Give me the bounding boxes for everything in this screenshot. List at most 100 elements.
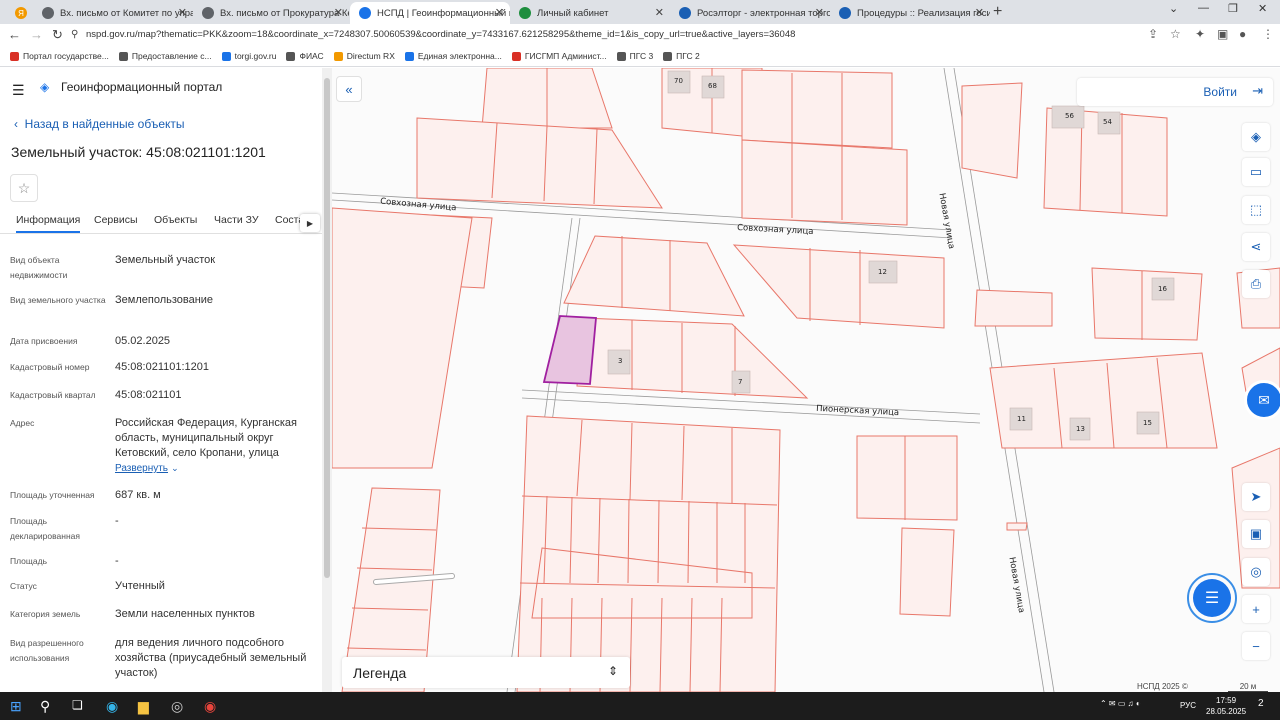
close-tab-icon[interactable]: ✕ bbox=[334, 6, 343, 19]
parcel bbox=[732, 244, 945, 329]
tab-objects[interactable]: Объекты bbox=[154, 214, 197, 226]
parcel bbox=[974, 289, 1053, 327]
bookmark-item[interactable]: Единая электронна... bbox=[404, 51, 502, 61]
system-tray-icons[interactable]: ⌃ ✉ ▭ ♫ ◐ bbox=[1100, 699, 1141, 708]
parcel-number: 56 bbox=[1065, 112, 1074, 120]
clock-date: 28.05.2025 bbox=[1206, 707, 1247, 716]
info-tabs: Информация Сервисы Объекты Части ЗУ Сост… bbox=[0, 210, 322, 234]
chrome-icon[interactable]: ◉ bbox=[204, 698, 216, 715]
tab-title: НСПД | Геоинформационный п bbox=[377, 7, 510, 19]
tabs-scroll-right-button[interactable]: ▶ bbox=[300, 214, 320, 232]
panel-scrollbar[interactable] bbox=[322, 68, 332, 692]
browser-tab[interactable]: Росэлторг - электронная торгов ✕ bbox=[670, 2, 830, 24]
back-arrow-icon[interactable]: ← bbox=[8, 27, 21, 42]
tab-parts[interactable]: Части ЗУ bbox=[214, 214, 259, 226]
tab-title: Вх. письмо от Комитет по упра bbox=[60, 7, 193, 19]
zoom-in-button[interactable]: + bbox=[1242, 595, 1270, 623]
scale-bar: 20 м bbox=[1228, 682, 1268, 692]
close-tab-icon[interactable]: ✕ bbox=[495, 6, 504, 19]
share-icon[interactable]: ⇪ bbox=[1148, 27, 1158, 41]
locate-button[interactable]: ➤ bbox=[1242, 483, 1270, 511]
browser-tab[interactable]: Личный кабинет ✕ bbox=[510, 2, 670, 24]
reload-icon[interactable]: ↻ bbox=[52, 27, 63, 43]
search-icon[interactable]: ⚲ bbox=[40, 698, 50, 715]
bookmark-item[interactable]: ПГС 3 bbox=[616, 51, 653, 61]
menu-dots-icon[interactable]: ⋮ bbox=[1262, 27, 1274, 41]
parcel bbox=[741, 139, 908, 226]
favorite-star-button[interactable]: ☆ bbox=[10, 174, 38, 202]
url-input[interactable]: nspd.gov.ru/map?thematic=PKK&zoom=18&coo… bbox=[86, 29, 795, 40]
close-tab-icon[interactable]: ✕ bbox=[815, 6, 824, 19]
map-view-button[interactable]: ▣ bbox=[1242, 520, 1270, 548]
selected-parcel[interactable] bbox=[542, 315, 597, 385]
plus-icon: + bbox=[1252, 601, 1260, 617]
bookmark-icon bbox=[118, 51, 128, 61]
app-icon[interactable]: ◎ bbox=[171, 698, 183, 715]
portal-title: Геоинформационный портал bbox=[61, 80, 223, 94]
close-tab-icon[interactable]: ✕ bbox=[975, 6, 984, 19]
collapse-panel-button[interactable]: « bbox=[336, 76, 362, 102]
browser-tab-active[interactable]: НСПД | Геоинформационный п ✕ bbox=[350, 2, 510, 24]
task-view-icon[interactable]: ❏ bbox=[72, 698, 83, 712]
edge-browser-icon[interactable]: ◉ bbox=[106, 698, 118, 715]
profile-icon[interactable]: ● bbox=[1239, 27, 1246, 41]
select-area-button[interactable]: ⬚ bbox=[1242, 196, 1270, 224]
minimize-button[interactable]: — bbox=[1198, 2, 1209, 14]
windows-start-icon[interactable]: ⊞ bbox=[10, 698, 22, 715]
close-tab-icon[interactable]: ✕ bbox=[178, 6, 187, 19]
geolocation-button[interactable]: ◎ bbox=[1242, 558, 1270, 586]
browser-tab[interactable]: Процедуры :: Реализация госи ✕ bbox=[830, 2, 990, 24]
new-tab-button[interactable]: + bbox=[993, 3, 1002, 21]
field-value: - bbox=[115, 515, 119, 527]
tab-services[interactable]: Сервисы bbox=[94, 214, 138, 226]
ruler-button[interactable]: ▭ bbox=[1242, 158, 1270, 186]
file-explorer-icon[interactable]: ▆ bbox=[138, 698, 149, 715]
hamburger-menu-icon[interactable]: ☰ bbox=[12, 82, 25, 99]
select-area-icon: ⬚ bbox=[1249, 202, 1263, 217]
restore-button[interactable]: ❐ bbox=[1228, 2, 1238, 15]
tab-information[interactable]: Информация bbox=[16, 214, 81, 233]
parcel-number: 11 bbox=[1017, 415, 1026, 423]
notifications-badge[interactable]: 2 bbox=[1258, 698, 1264, 709]
language-indicator[interactable]: РУС bbox=[1180, 701, 1196, 710]
close-tab-icon[interactable]: ✕ bbox=[655, 6, 664, 19]
chat-button[interactable]: ☰ bbox=[1187, 573, 1237, 623]
bookmark-item[interactable]: Портал государстве... bbox=[10, 51, 109, 61]
back-to-results-link[interactable]: ‹ Назад в найденные объекты bbox=[14, 117, 185, 131]
site-info-icon[interactable]: ⚲ bbox=[71, 29, 78, 40]
extensions-icon[interactable]: ✦ bbox=[1195, 27, 1205, 41]
browser-tab-pinned[interactable]: Я bbox=[6, 2, 28, 24]
forward-arrow-icon[interactable]: → bbox=[30, 27, 43, 42]
field-label: Площадь уточненная bbox=[10, 490, 95, 500]
tab-title: Личный кабинет bbox=[537, 7, 609, 19]
bookmark-star-icon[interactable]: ☆ bbox=[1170, 27, 1181, 41]
legend-dropdown[interactable]: Легенда ⇕ bbox=[342, 657, 630, 688]
help-widget-button[interactable]: ✉ bbox=[1244, 380, 1280, 420]
browser-tab[interactable]: Вх. письмо от Прокуратура Кет ✕ bbox=[193, 2, 349, 24]
zoom-out-button[interactable]: − bbox=[1242, 632, 1270, 660]
share-map-button[interactable]: ⋖ bbox=[1242, 233, 1270, 261]
tab-title: Вх. письмо от Прокуратура Кет bbox=[220, 7, 349, 19]
bookmark-icon bbox=[10, 51, 19, 61]
field-label: Кадастровый квартал bbox=[10, 390, 96, 400]
expand-button[interactable]: Развернуть ⌄ bbox=[115, 461, 315, 476]
bookmark-item[interactable]: ФИАС bbox=[286, 51, 324, 61]
site-favicon-icon bbox=[679, 7, 691, 19]
scrollbar-thumb[interactable] bbox=[324, 78, 330, 578]
bookmark-item[interactable]: ГИСГМП Админист... bbox=[511, 51, 607, 61]
bookmark-item[interactable]: Предоставление с... bbox=[118, 51, 212, 61]
location-pin-icon: ◎ bbox=[1250, 564, 1262, 579]
bookmark-item[interactable]: Directum RX bbox=[333, 51, 395, 61]
print-button[interactable]: ⎙ bbox=[1242, 270, 1270, 298]
layers-button[interactable]: ◈ bbox=[1242, 123, 1270, 151]
close-window-button[interactable]: ✕ bbox=[1258, 2, 1267, 15]
parcel bbox=[961, 82, 1023, 179]
sidepanel-icon[interactable]: ▣ bbox=[1217, 27, 1228, 41]
bookmark-item[interactable]: ПГС 2 bbox=[663, 51, 700, 61]
browser-tab[interactable]: Вх. письмо от Комитет по упра ✕ bbox=[33, 2, 193, 24]
clock[interactable]: 17:59 28.05.2025 bbox=[1206, 695, 1246, 717]
login-button[interactable]: Войти ⇥ bbox=[1077, 78, 1273, 106]
bookmark-item[interactable]: torgi.gov.ru bbox=[221, 51, 276, 61]
map-view[interactable]: Совхозная улица Совхозная улица Новая ул… bbox=[332, 68, 1280, 692]
tab-search-icon[interactable]: ⌄ bbox=[1169, 2, 1178, 15]
